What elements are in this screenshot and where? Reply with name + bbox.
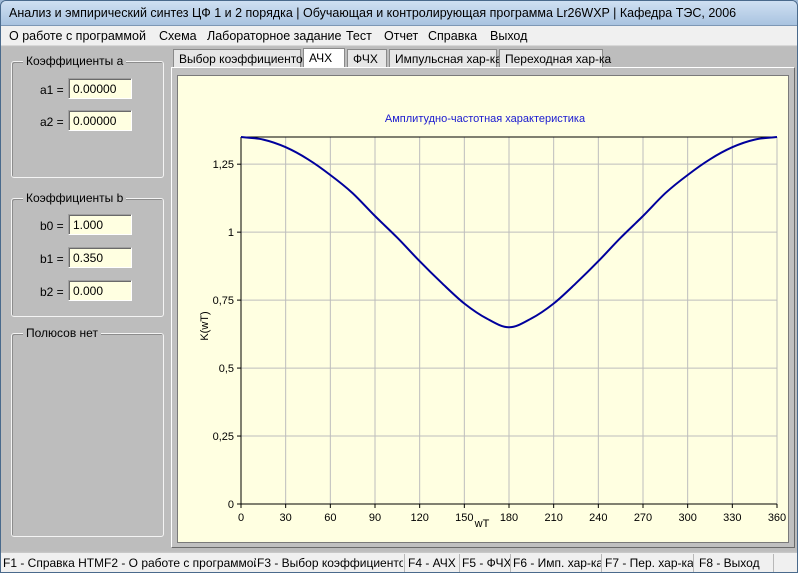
coef-b-title: Коэффициенты b xyxy=(23,191,127,205)
chart-frame: Амплитудно-частотная характеристика 0 30 6… xyxy=(177,75,789,543)
a2-field[interactable] xyxy=(68,110,132,131)
x-tick-labels: 0 30 60 90 120 150 180 210 240 270 300 330 360 xyxy=(238,512,786,524)
menu-lab-task[interactable]: Лабораторное задание xyxy=(207,29,341,43)
y-tick-label: 0,5 xyxy=(219,363,234,375)
status-f1-help[interactable]: F1 - Справка HTML xyxy=(3,556,103,570)
b1-label: b1 = xyxy=(40,252,64,266)
poles-title: Полюсов нет xyxy=(23,326,101,340)
menu-scheme[interactable]: Схема xyxy=(159,29,197,43)
a1-label: a1 = xyxy=(40,83,64,97)
x-tick-label: 300 xyxy=(678,512,696,524)
status-f6-impulse[interactable]: F6 - Имп. хар-ка xyxy=(513,556,601,570)
poles-group: Полюсов нет xyxy=(11,326,164,537)
status-f2-about[interactable]: F2 - О работе с программой xyxy=(104,556,256,570)
x-tick-label: 210 xyxy=(544,512,562,524)
x-tick-label: 240 xyxy=(589,512,607,524)
status-f7-step[interactable]: F7 - Пер. хар-ка xyxy=(605,556,693,570)
chart-title: Амплитудно-частотная характеристика xyxy=(385,113,586,125)
y-tick-label: 1 xyxy=(228,227,234,239)
x-tick-label: 150 xyxy=(455,512,473,524)
tab-phase[interactable]: ФЧХ xyxy=(347,49,387,68)
tab-impulse[interactable]: Импульсная хар-ка xyxy=(389,49,502,68)
client-area: Коэффициенты a a1 = a2 = Коэффициенты b … xyxy=(1,47,797,551)
status-f4-amp[interactable]: F4 - АЧХ xyxy=(408,556,459,570)
y-tick-label: 0 xyxy=(228,499,234,511)
status-separator xyxy=(601,554,602,572)
x-tick-label: 30 xyxy=(280,512,292,524)
b1-field[interactable] xyxy=(68,247,132,268)
tab-panel: Амплитудно-частотная характеристика 0 30 6… xyxy=(171,67,795,548)
menu-report[interactable]: Отчет xyxy=(384,29,418,43)
y-tick-label: 0,25 xyxy=(213,431,234,443)
x-tick-label: 270 xyxy=(634,512,652,524)
b2-label: b2 = xyxy=(40,285,64,299)
x-tick-label: 120 xyxy=(410,512,428,524)
status-separator xyxy=(459,554,460,572)
window-title: Анализ и эмпирический синтез ЦФ 1 и 2 по… xyxy=(9,6,737,20)
menu-about[interactable]: О работе с программой xyxy=(9,29,146,43)
coef-a-group: Коэффициенты a a1 = a2 = xyxy=(11,54,164,178)
y-tick-labels: 0 0,25 0,5 0,75 1 1,25 xyxy=(213,159,234,511)
title-bar[interactable]: Анализ и эмпирический синтез ЦФ 1 и 2 по… xyxy=(1,1,797,26)
x-axis-label: wT xyxy=(474,518,490,530)
x-tick-label: 60 xyxy=(324,512,336,524)
x-tick-label: 180 xyxy=(500,512,518,524)
chart-axes xyxy=(237,136,778,508)
chart-grid xyxy=(240,137,778,505)
amplitude-chart: Амплитудно-частотная характеристика 0 30 6… xyxy=(199,113,786,530)
tab-coef-select[interactable]: Выбор коэффициентов xyxy=(173,49,309,68)
status-f5-phase[interactable]: F5 - ФЧХ xyxy=(462,556,510,570)
y-tick-label: 0,75 xyxy=(213,295,234,307)
a2-label: a2 = xyxy=(40,115,64,129)
menu-help[interactable]: Справка xyxy=(428,29,477,43)
status-separator xyxy=(773,554,774,572)
b0-field[interactable] xyxy=(68,214,132,235)
x-tick-label: 330 xyxy=(723,512,741,524)
status-f8-exit[interactable]: F8 - Выход xyxy=(699,556,773,570)
menu-bar: О работе с программой Схема Лабораторное… xyxy=(1,26,797,46)
b2-field[interactable] xyxy=(68,280,132,301)
status-separator xyxy=(693,554,694,572)
coef-b-group: Коэффициенты b b0 = b1 = b2 = xyxy=(11,191,164,317)
status-f3-coef[interactable]: F3 - Выбор коэффициентов xyxy=(257,556,403,570)
menu-test[interactable]: Тест xyxy=(346,29,372,43)
b0-label: b0 = xyxy=(40,219,64,233)
app-window: Анализ и эмпирический синтез ЦФ 1 и 2 по… xyxy=(0,0,798,573)
y-axis-label: K(wT) xyxy=(199,311,211,340)
x-tick-label: 0 xyxy=(238,512,244,524)
x-tick-label: 360 xyxy=(768,512,786,524)
x-tick-label: 90 xyxy=(369,512,381,524)
tab-amplitude[interactable]: АЧХ xyxy=(303,48,345,69)
a1-field[interactable] xyxy=(68,78,132,99)
menu-exit[interactable]: Выход xyxy=(490,29,527,43)
status-bar: F1 - Справка HTML F2 - О работе с програ… xyxy=(1,552,797,572)
status-separator xyxy=(510,554,511,572)
coef-a-title: Коэффициенты a xyxy=(23,54,127,68)
status-separator xyxy=(404,554,405,572)
y-tick-label: 1,25 xyxy=(213,159,234,171)
tab-step[interactable]: Переходная хар-ка xyxy=(499,49,611,68)
